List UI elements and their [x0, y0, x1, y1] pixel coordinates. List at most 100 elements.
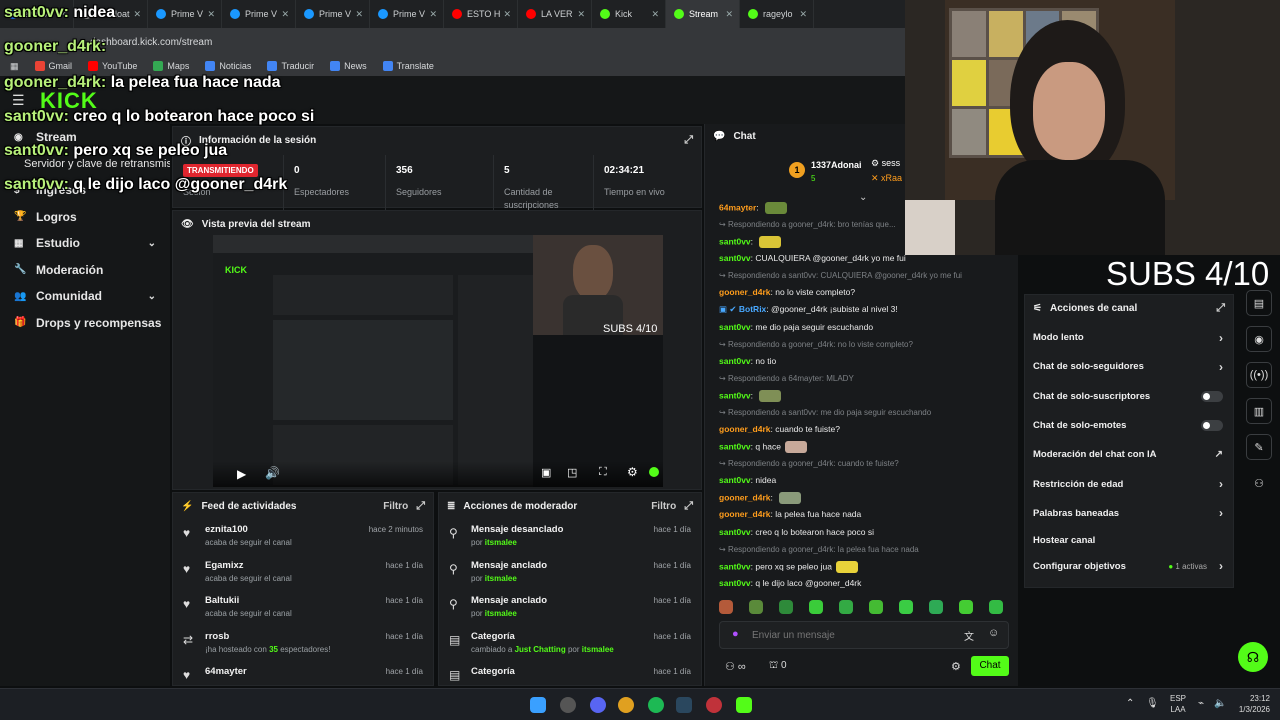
tab-close-icon[interactable]: ✕: [651, 9, 659, 20]
chat-username[interactable]: gooner_d4rk: [719, 287, 771, 297]
mic-icon[interactable]: ●: [732, 628, 739, 640]
channel-expand-icon[interactable]: ⤢: [1216, 302, 1225, 315]
chat-message[interactable]: sant0vv: no tio: [719, 356, 776, 366]
language-indicator[interactable]: ESP LAA: [1170, 693, 1186, 715]
chevron-right-icon[interactable]: ›: [1219, 331, 1223, 345]
mod-expand-icon[interactable]: ⤢: [684, 500, 693, 513]
chat-username[interactable]: sant0vv: [719, 475, 751, 485]
chat-username[interactable]: sant0vv: [719, 253, 751, 263]
browser-tab[interactable]: Stream ✕: [666, 0, 740, 28]
sidebar-item[interactable]: 🔧 Moderación: [0, 257, 170, 284]
feed-item[interactable]: ♥ Baltukii acaba de seguir el canal hace 1 …: [173, 590, 433, 626]
chat-input-box[interactable]: ● 文 ☺: [719, 621, 1009, 649]
quick-emote-icon[interactable]: [719, 600, 733, 614]
tray-chevron-icon[interactable]: ⌃: [1126, 698, 1134, 709]
chat-bubble-icon[interactable]: ◉: [1246, 326, 1272, 352]
fullscreen-icon[interactable]: ⛶: [599, 466, 607, 479]
wifi-icon[interactable]: ⌁: [1198, 698, 1204, 709]
mod-filter-button[interactable]: Filtro: [651, 501, 676, 512]
chat-message[interactable]: sant0vv: pero xq se peleo jua: [719, 560, 858, 573]
chat-reply-context[interactable]: ↪ Respondiendo a gooner_d4rk: bro tenías…: [719, 219, 896, 229]
mic-tray-icon[interactable]: 🎙: [1146, 698, 1159, 709]
users-rail-icon[interactable]: ⚇: [1246, 470, 1272, 496]
stream-video[interactable]: KICK SUBS 4/10 ▶ 🔊 ▣ ◳ ⛶ ⚙: [213, 235, 663, 487]
browser-tab[interactable]: Prime V ✕: [222, 0, 296, 28]
chat-message[interactable]: sant0vv: creo q lo botearon hace poco si: [719, 527, 874, 537]
chat-username[interactable]: sant0vv: [719, 561, 751, 571]
volume-icon[interactable]: 🔊: [265, 466, 280, 480]
browser-tab[interactable]: Prime V ✕: [296, 0, 370, 28]
chrome-icon[interactable]: [618, 697, 634, 713]
vpn-icon[interactable]: [706, 697, 722, 713]
chat-username[interactable]: 64mayter: [719, 202, 756, 212]
chat-username[interactable]: gooner_d4rk: [719, 424, 771, 434]
chat-message[interactable]: gooner_d4rk: cuando te fuiste?: [719, 424, 840, 434]
pinned-user-3[interactable]: ✕ xRaa: [871, 173, 902, 184]
browser-tab[interactable]: ESTO H ✕: [444, 0, 518, 28]
points-icon[interactable]: ⛫ 0: [769, 660, 787, 673]
channel-action-item[interactable]: Chat de solo-seguidores ›: [1025, 352, 1233, 381]
sidebar-item[interactable]: ▦ Estudio ⌄: [0, 230, 170, 257]
toggle-switch[interactable]: [1201, 390, 1223, 402]
spotify-icon[interactable]: [648, 697, 664, 713]
kick-app-icon[interactable]: [736, 697, 752, 713]
url-text[interactable]: dashboard.kick.com/stream: [90, 37, 212, 48]
chat-username[interactable]: sant0vv: [719, 236, 751, 246]
feed-item[interactable]: ♥ Egamixz acaba de seguir el canal hace 1 d…: [173, 555, 433, 591]
feed-item[interactable]: ♥ 64mayter hace 1 día: [173, 661, 433, 685]
speaker-icon[interactable]: 🔈: [1214, 698, 1226, 709]
tab-close-icon[interactable]: ✕: [503, 9, 511, 20]
chat-username[interactable]: sant0vv: [719, 356, 751, 366]
bookmark-item[interactable]: News: [330, 61, 367, 71]
toggle-switch[interactable]: [1201, 420, 1223, 432]
chat-message[interactable]: gooner_d4rk:: [719, 492, 802, 505]
address-bar[interactable]: dashboard.kick.com/stream: [0, 28, 905, 56]
chat-message[interactable]: sant0vv: q le dijo laco @gooner_d4rk: [719, 578, 861, 588]
channel-action-item[interactable]: Modo lento ›: [1025, 323, 1233, 352]
feed-item[interactable]: ♥ eznita100 acaba de seguir el canal hace 2…: [173, 519, 433, 555]
chat-username[interactable]: sant0vv: [719, 322, 751, 332]
bookmark-item[interactable]: Translate: [382, 61, 434, 71]
chevron-down-icon[interactable]: ⌄: [148, 238, 156, 249]
chat-message[interactable]: ▣ ✔ BotRix: @gooner_d4rk ¡subiste al niv…: [719, 304, 898, 315]
quick-emote-icon[interactable]: [809, 600, 823, 614]
chevron-right-icon[interactable]: ›: [1219, 506, 1223, 520]
menu-icon[interactable]: ☰: [12, 92, 25, 109]
bookmark-item[interactable]: Traducir: [267, 61, 314, 71]
chat-message[interactable]: gooner_d4rk: la pelea fua hace nada: [719, 509, 861, 519]
channel-action-item[interactable]: Palabras baneadas ›: [1025, 499, 1233, 528]
mod-action-item[interactable]: ⚲ Mensaje desanclado por itsmalee hace 1 dí…: [439, 519, 701, 555]
clock[interactable]: 23:12 1/3/2026: [1232, 693, 1270, 715]
chat-input[interactable]: [752, 626, 952, 644]
browser-tab[interactable]: Kick ✕: [592, 0, 666, 28]
quick-emote-icon[interactable]: [869, 600, 883, 614]
chat-username[interactable]: sant0vv: [719, 390, 751, 400]
mod-action-item[interactable]: ▤ Categoría hace 1 día: [439, 661, 701, 685]
pip-icon[interactable]: ▣: [541, 466, 551, 479]
steam-icon[interactable]: [560, 697, 576, 713]
channel-action-item[interactable]: Moderación del chat con IA ↗: [1025, 440, 1233, 469]
bookmark-item[interactable]: Gmail: [34, 61, 72, 71]
tab-close-icon[interactable]: ✕: [207, 9, 215, 20]
tab-close-icon[interactable]: ✕: [577, 9, 585, 20]
chat-message[interactable]: sant0vv: CUALQUIERA @gooner_d4rk yo me f…: [719, 253, 906, 263]
chevron-right-icon[interactable]: ›: [1219, 559, 1223, 573]
bookmark-item[interactable]: Maps: [153, 61, 189, 71]
chat-reply-context[interactable]: ↪ Respondiendo a gooner_d4rk: la pelea f…: [719, 544, 919, 554]
chevron-down-icon[interactable]: ⌄: [148, 291, 156, 302]
tab-close-icon[interactable]: ✕: [355, 9, 363, 20]
expand-icon[interactable]: ⤢: [684, 134, 693, 147]
feed-filter-button[interactable]: Filtro: [383, 501, 408, 512]
emoji-icon[interactable]: ☺: [988, 627, 999, 639]
tab-close-icon[interactable]: ✕: [725, 9, 733, 20]
chat-username[interactable]: gooner_d4rk: [719, 493, 771, 503]
chat-message[interactable]: gooner_d4rk: no lo viste completo?: [719, 287, 855, 297]
browser-tab[interactable]: Prime V ✕: [370, 0, 444, 28]
apps-grid-icon[interactable]: ▦: [10, 61, 19, 72]
quick-emote-icon[interactable]: [959, 600, 973, 614]
tab-close-icon[interactable]: ✕: [429, 9, 437, 20]
chat-reply-context[interactable]: ↪ Respondiendo a sant0vv: me dio paja se…: [719, 407, 931, 417]
chat-reply-context[interactable]: ↪ Respondiendo a 64mayter: MLADY: [719, 373, 854, 383]
channel-action-item[interactable]: Restricción de edad ›: [1025, 469, 1233, 498]
browser-tab[interactable]: rageylo ✕: [740, 0, 814, 28]
